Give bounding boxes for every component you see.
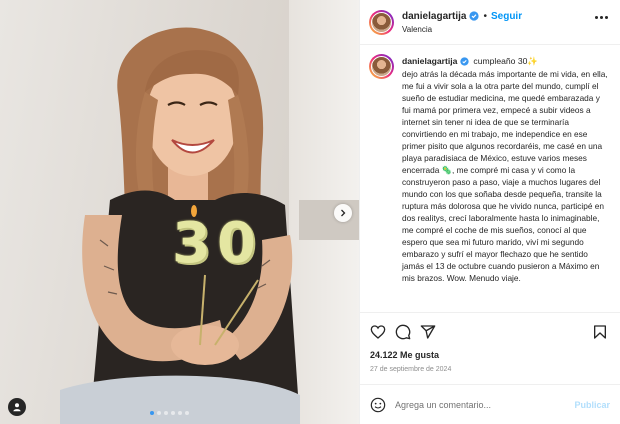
more-options-icon[interactable]	[595, 16, 608, 19]
avatar[interactable]	[369, 9, 394, 35]
instagram-post: 30 danielagartija • Seguir Valencia dani…	[0, 0, 620, 424]
post-actions-bar	[360, 312, 620, 350]
caption-text: dejo atrás la década más importante de m…	[402, 69, 608, 283]
avatar[interactable]	[369, 54, 394, 79]
user-tag-icon	[13, 403, 21, 412]
username-link[interactable]: danielagartija	[402, 11, 466, 22]
caption-username[interactable]: danielagartija	[402, 55, 457, 67]
emoji-icon[interactable]	[370, 397, 386, 413]
likes-count[interactable]: 24.122 Me gusta	[360, 350, 620, 364]
separator-dot: •	[483, 10, 487, 22]
comment-input[interactable]	[395, 399, 575, 410]
caption-title: cumpleaño 30✨	[473, 56, 539, 66]
carousel-dot	[171, 411, 175, 415]
post-photo[interactable]: 30	[0, 0, 359, 424]
carousel-dot	[150, 411, 154, 415]
bookmark-icon[interactable]	[592, 324, 608, 340]
chevron-right-icon	[341, 209, 346, 217]
next-photo-button[interactable]	[334, 204, 352, 222]
follow-button[interactable]: Seguir	[491, 11, 522, 22]
verified-badge-icon	[469, 11, 480, 21]
verified-badge-icon	[460, 56, 470, 66]
comment-icon[interactable]	[395, 324, 411, 340]
post-details-panel: danielagartija • Seguir Valencia daniela…	[359, 0, 620, 424]
post-date: 27 de septiembre de 2024	[370, 366, 452, 373]
post-header: danielagartija • Seguir Valencia	[360, 0, 620, 45]
heart-icon[interactable]	[370, 324, 386, 340]
tagged-users-button[interactable]	[8, 398, 26, 416]
carousel-dot	[178, 411, 182, 415]
carousel-dot	[157, 411, 161, 415]
publish-button[interactable]: Publicar	[574, 400, 610, 410]
candle-number: 30	[172, 211, 262, 276]
caption-section: danielagartija cumpleaño 30✨ dejo atrás …	[360, 45, 620, 312]
share-icon[interactable]	[420, 324, 436, 340]
carousel-indicators	[150, 411, 189, 415]
comment-bar: Publicar	[360, 384, 620, 424]
carousel-dot	[164, 411, 168, 415]
location-link[interactable]: Valencia	[402, 25, 522, 34]
carousel-dot	[185, 411, 189, 415]
